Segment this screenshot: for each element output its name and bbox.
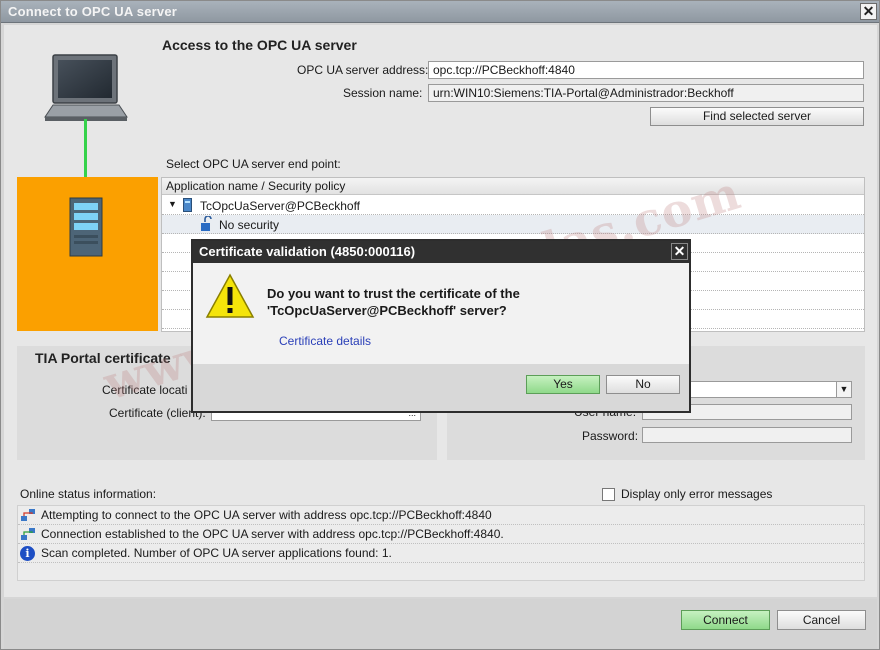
dialog-message-line1: Do you want to trust the certificate of … xyxy=(267,286,520,301)
certificate-dialog: Certificate validation (4850:000116) ✕ D… xyxy=(191,239,691,413)
status-message: Scan completed. Number of OPC UA server … xyxy=(41,546,392,560)
status-message: Attempting to connect to the OPC UA serv… xyxy=(41,508,492,522)
connect-window: Connect to OPC UA server ✕ Access to the… xyxy=(0,0,880,650)
endpoint-policy-text: No security xyxy=(219,218,280,232)
endpoint-column-header: Application name / Security policy xyxy=(162,178,864,195)
cancel-button[interactable]: Cancel xyxy=(777,610,866,630)
chevron-down-icon[interactable]: ▼ xyxy=(836,382,851,397)
dialog-yes-button[interactable]: Yes xyxy=(526,375,600,394)
status-row: i Scan completed. Number of OPC UA serve… xyxy=(18,544,864,563)
dialog-no-button[interactable]: No xyxy=(606,375,680,394)
find-server-button[interactable]: Find selected server xyxy=(650,107,864,126)
session-name-field[interactable]: urn:WIN10:Siemens:TIA-Portal@Administrad… xyxy=(428,84,864,102)
endpoint-label: Select OPC UA server end point: xyxy=(166,157,341,171)
warning-icon xyxy=(205,273,255,318)
error-only-checkbox[interactable] xyxy=(602,488,615,501)
status-list: Attempting to connect to the OPC UA serv… xyxy=(17,505,865,581)
endpoint-server-name: TcOpcUaServer@PCBeckhoff xyxy=(200,199,361,213)
server-address-field[interactable]: opc.tcp://PCBeckhoff:4840 xyxy=(428,61,864,79)
status-message: Connection established to the OPC UA ser… xyxy=(41,527,504,541)
access-heading: Access to the OPC UA server xyxy=(162,37,357,53)
window-titlebar: Connect to OPC UA server ✕ xyxy=(1,1,879,23)
status-row: Attempting to connect to the OPC UA serv… xyxy=(18,506,864,525)
info-icon: i xyxy=(20,546,35,561)
error-only-label: Display only error messages xyxy=(621,487,773,501)
network-icon xyxy=(21,509,35,521)
dialog-title: Certificate validation (4850:000116) xyxy=(193,241,689,263)
window-title: Connect to OPC UA server xyxy=(8,4,178,19)
password-label: Password: xyxy=(582,429,639,443)
address-label: OPC UA server address: xyxy=(297,63,429,77)
server-small-icon xyxy=(183,198,192,212)
password-field[interactable] xyxy=(642,427,852,443)
dialog-message-line2: 'TcOpcUaServer@PCBeckhoff' server? xyxy=(267,303,507,318)
network-icon xyxy=(21,528,35,540)
server-tower-icon xyxy=(69,197,103,257)
status-label: Online status information: xyxy=(20,487,157,501)
certificate-location-label: Certificate locati xyxy=(102,383,188,397)
session-label: Session name: xyxy=(343,86,423,100)
dialog-button-bar: Yes No xyxy=(193,364,689,411)
endpoint-server-row[interactable]: ▼ TcOpcUaServer@PCBeckhoff xyxy=(162,196,864,215)
certificate-details-link[interactable]: Certificate details xyxy=(279,334,371,348)
window-close-icon[interactable]: ✕ xyxy=(860,3,877,20)
certificate-heading: TIA Portal certificate xyxy=(35,350,171,366)
connect-button[interactable]: Connect xyxy=(681,610,770,630)
dialog-close-icon[interactable]: ✕ xyxy=(671,243,688,260)
endpoint-policy-row[interactable]: No security xyxy=(162,215,864,234)
tree-expand-icon[interactable]: ▼ xyxy=(168,199,177,209)
unlocked-icon xyxy=(201,216,212,231)
status-row: Connection established to the OPC UA ser… xyxy=(18,525,864,544)
